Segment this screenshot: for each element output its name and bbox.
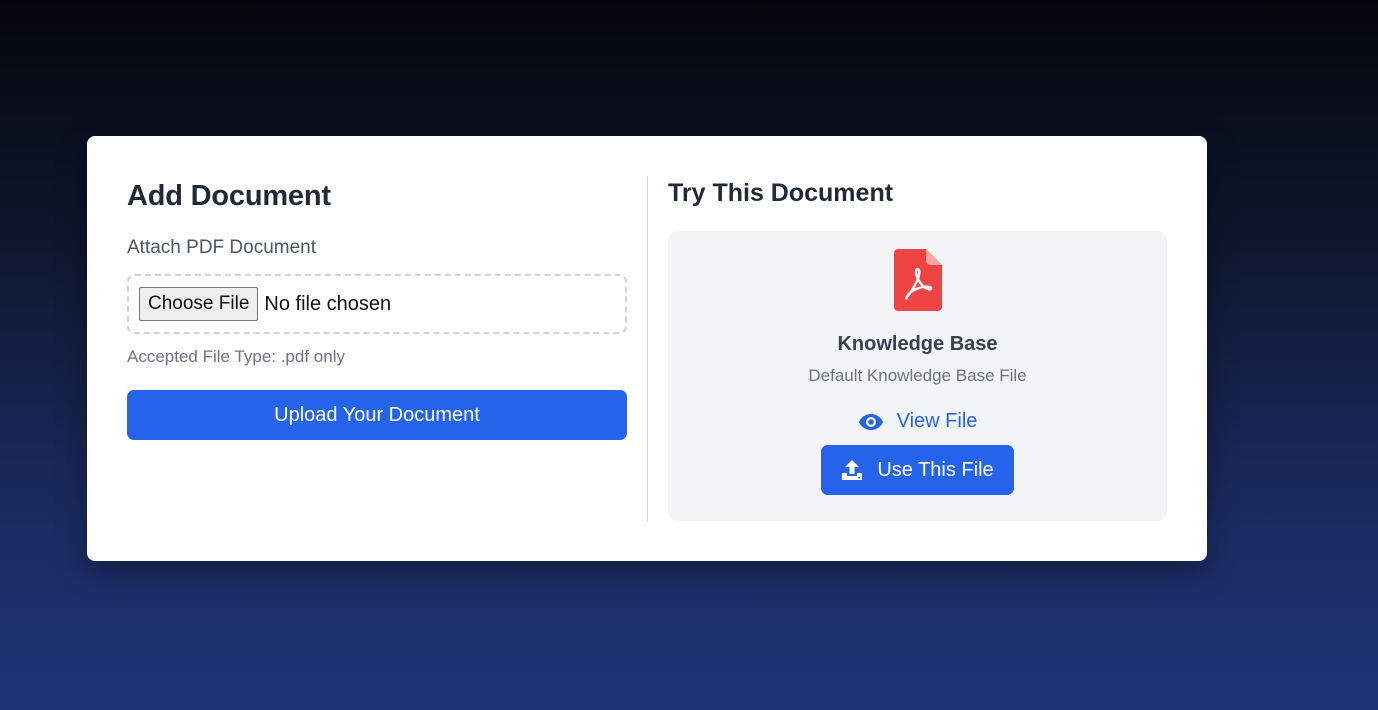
document-card: Add Document Attach PDF Document Choose … [87,136,1207,561]
view-file-link[interactable]: View File [858,410,978,433]
view-file-label: View File [896,410,978,432]
file-input-dropzone[interactable]: Choose File No file chosen [127,274,627,334]
use-this-file-button[interactable]: Use This File [821,445,1014,495]
accepted-file-type-hint: Accepted File Type: .pdf only [127,347,345,366]
try-document-title: Try This Document [668,179,894,207]
eye-icon [858,413,883,430]
upload-icon [842,460,863,480]
use-this-file-label: Use This File [877,458,994,481]
no-file-chosen-text: No file chosen [264,292,392,315]
add-document-section: Add Document Attach PDF Document Choose … [127,176,627,440]
section-divider [647,176,648,521]
pdf-file-icon [893,249,942,311]
sample-document-name: Knowledge Base [837,333,998,355]
sample-document-description: Default Knowledge Base File [808,366,1027,385]
try-document-section: Try This Document Knowledge Base Default… [668,176,1167,521]
add-document-title: Add Document [127,180,331,212]
upload-document-button[interactable]: Upload Your Document [127,390,627,440]
attach-pdf-label: Attach PDF Document [127,237,317,258]
choose-file-button[interactable]: Choose File [139,287,259,321]
sample-document-panel: Knowledge Base Default Knowledge Base Fi… [668,231,1167,521]
